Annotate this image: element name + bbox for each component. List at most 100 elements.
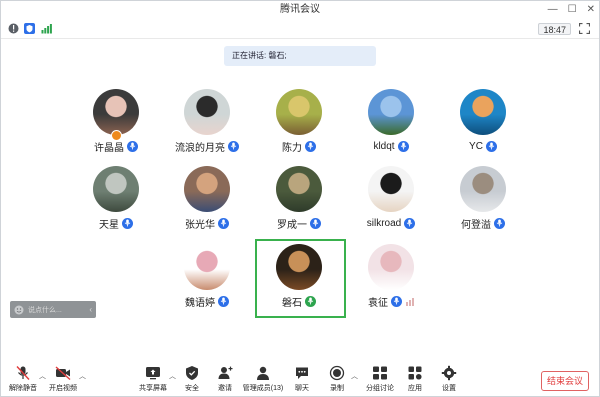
participant-avatar <box>276 244 322 290</box>
participant-avatar <box>368 89 414 135</box>
participant-tile[interactable]: 流浪的月亮 <box>162 84 252 162</box>
shield-icon <box>186 366 198 380</box>
participant-name: 陈力 <box>282 142 302 154</box>
participant-avatar <box>276 89 322 135</box>
microphone-icon <box>305 140 316 152</box>
unmute-label: 解除静音 <box>9 385 37 392</box>
info-icon[interactable] <box>8 23 19 34</box>
microphone-icon <box>122 217 133 229</box>
title-bar: 腾讯会议 — ☐ ✕ <box>1 1 599 19</box>
participant-tile[interactable]: kldqt <box>346 84 436 162</box>
members-icon <box>257 366 269 380</box>
security-shield-icon[interactable] <box>24 23 35 34</box>
participant-name-line: 何登溢 <box>438 216 528 231</box>
audio-options-caret-icon[interactable]: ︿ <box>39 371 46 381</box>
invite-label: 邀请 <box>218 385 232 392</box>
start-video-label: 开启视频 <box>49 385 77 392</box>
add-person-icon <box>218 366 233 379</box>
participant-tile[interactable]: 许晶晶 <box>71 84 161 162</box>
participant-tile[interactable]: 何登溢 <box>438 161 528 239</box>
network-signal-icon[interactable] <box>41 23 52 34</box>
info-bar: 18:47 <box>1 19 599 39</box>
participant-tile[interactable]: 袁征 <box>346 239 436 317</box>
invite-button[interactable]: 邀请 <box>214 365 236 397</box>
participant-name: 天星 <box>99 219 119 231</box>
record-options-caret-icon[interactable]: ︿ <box>351 371 358 381</box>
participant-name: 罗成一 <box>277 219 307 231</box>
meeting-window: 腾讯会议 — ☐ ✕ 18:47 正在讲话: 磐石; 许晶晶 流浪的月亮 陈力 kld… <box>0 0 600 397</box>
participant-tile[interactable]: silkroad <box>346 161 436 239</box>
microphone-icon <box>127 140 138 152</box>
participant-name-line: 许晶晶 <box>71 139 161 154</box>
share-screen-button[interactable]: 共享屏幕 <box>138 365 168 397</box>
participant-name-line: 魏语婷 <box>162 294 252 309</box>
minimize-button[interactable]: — <box>548 1 558 19</box>
participant-avatar <box>184 244 230 290</box>
participant-name-line: 陈力 <box>254 139 344 154</box>
participant-name-line: 张光华 <box>162 216 252 231</box>
participant-name: 磐石 <box>282 297 302 309</box>
participant-name-line: 袁征 <box>346 294 436 309</box>
participant-name-line: 天星 <box>71 216 161 231</box>
breakout-rooms-button[interactable]: 分组讨论 <box>363 365 397 397</box>
participant-name-line: YC <box>438 139 528 153</box>
unmute-button[interactable]: 解除静音 <box>8 365 38 397</box>
breakout-rooms-icon <box>373 366 387 380</box>
chat-button[interactable]: 聊天 <box>291 365 313 397</box>
microphone-icon <box>305 295 316 307</box>
participant-avatar <box>368 166 414 212</box>
apps-grid-icon <box>408 366 422 380</box>
chat-quick-input[interactable]: 说点什么... ‹ <box>10 301 96 318</box>
start-video-button[interactable]: 开启视频 <box>48 365 78 397</box>
apps-button[interactable]: 应用 <box>404 365 426 397</box>
participant-avatar <box>460 89 506 135</box>
participant-name-line: silkroad <box>346 216 436 230</box>
emoji-icon[interactable] <box>14 305 24 315</box>
participant-tile[interactable]: YC <box>438 84 528 162</box>
bottom-toolbar: 解除静音 ︿ 开启视频 ︿ 共享屏幕 ︿ 安全 邀请 管理成员(13) 聊天 录… <box>1 361 599 397</box>
participant-name: 何登溢 <box>461 219 491 231</box>
gear-icon <box>441 365 457 381</box>
apps-label: 应用 <box>408 385 422 392</box>
record-button[interactable]: 录制 <box>326 365 348 397</box>
microphone-icon <box>228 140 239 152</box>
manage-members-button[interactable]: 管理成员(13) <box>242 365 284 397</box>
record-icon <box>329 365 345 381</box>
end-meeting-button[interactable]: 结束会议 <box>541 371 589 391</box>
participant-avatar <box>368 244 414 290</box>
settings-button[interactable]: 设置 <box>438 365 460 397</box>
participant-name-line: 磐石 <box>254 294 344 309</box>
meeting-clock: 18:47 <box>538 23 571 35</box>
microphone-icon <box>404 217 416 229</box>
participant-name: 许晶晶 <box>94 142 124 154</box>
participant-tile[interactable]: 罗成一 <box>254 161 344 239</box>
video-options-caret-icon[interactable]: ︿ <box>79 371 86 381</box>
participant-tile[interactable]: 张光华 <box>162 161 252 239</box>
muted-microphone-icon <box>16 366 30 380</box>
participant-name: 流浪的月亮 <box>175 142 225 154</box>
microphone-icon <box>485 140 497 152</box>
security-button[interactable]: 安全 <box>181 365 203 397</box>
share-options-caret-icon[interactable]: ︿ <box>169 371 176 381</box>
fullscreen-icon[interactable] <box>579 23 590 34</box>
participant-name: YC <box>469 140 483 152</box>
participant-name: silkroad <box>366 217 402 229</box>
participant-tile[interactable]: 魏语婷 <box>162 239 252 317</box>
participant-tile[interactable]: 陈力 <box>254 84 344 162</box>
participant-avatar <box>93 89 139 135</box>
participant-avatar <box>184 166 230 212</box>
breakout-rooms-label: 分组讨论 <box>366 385 394 392</box>
participant-tile[interactable]: 磐石 <box>254 239 344 317</box>
microphone-icon <box>494 217 505 229</box>
maximize-button[interactable]: ☐ <box>568 1 577 19</box>
microphone-icon <box>397 140 409 152</box>
collapse-chevron-icon[interactable]: ‹ <box>89 305 92 314</box>
close-button[interactable]: ✕ <box>587 1 595 19</box>
camera-off-icon <box>55 366 71 381</box>
microphone-icon <box>391 295 402 307</box>
participant-tile[interactable]: 天星 <box>71 161 161 239</box>
microphone-icon <box>218 217 229 229</box>
record-label: 录制 <box>330 385 344 392</box>
chat-bubble-icon <box>296 367 308 379</box>
speaking-banner: 正在讲话: 磐石; <box>224 46 376 66</box>
